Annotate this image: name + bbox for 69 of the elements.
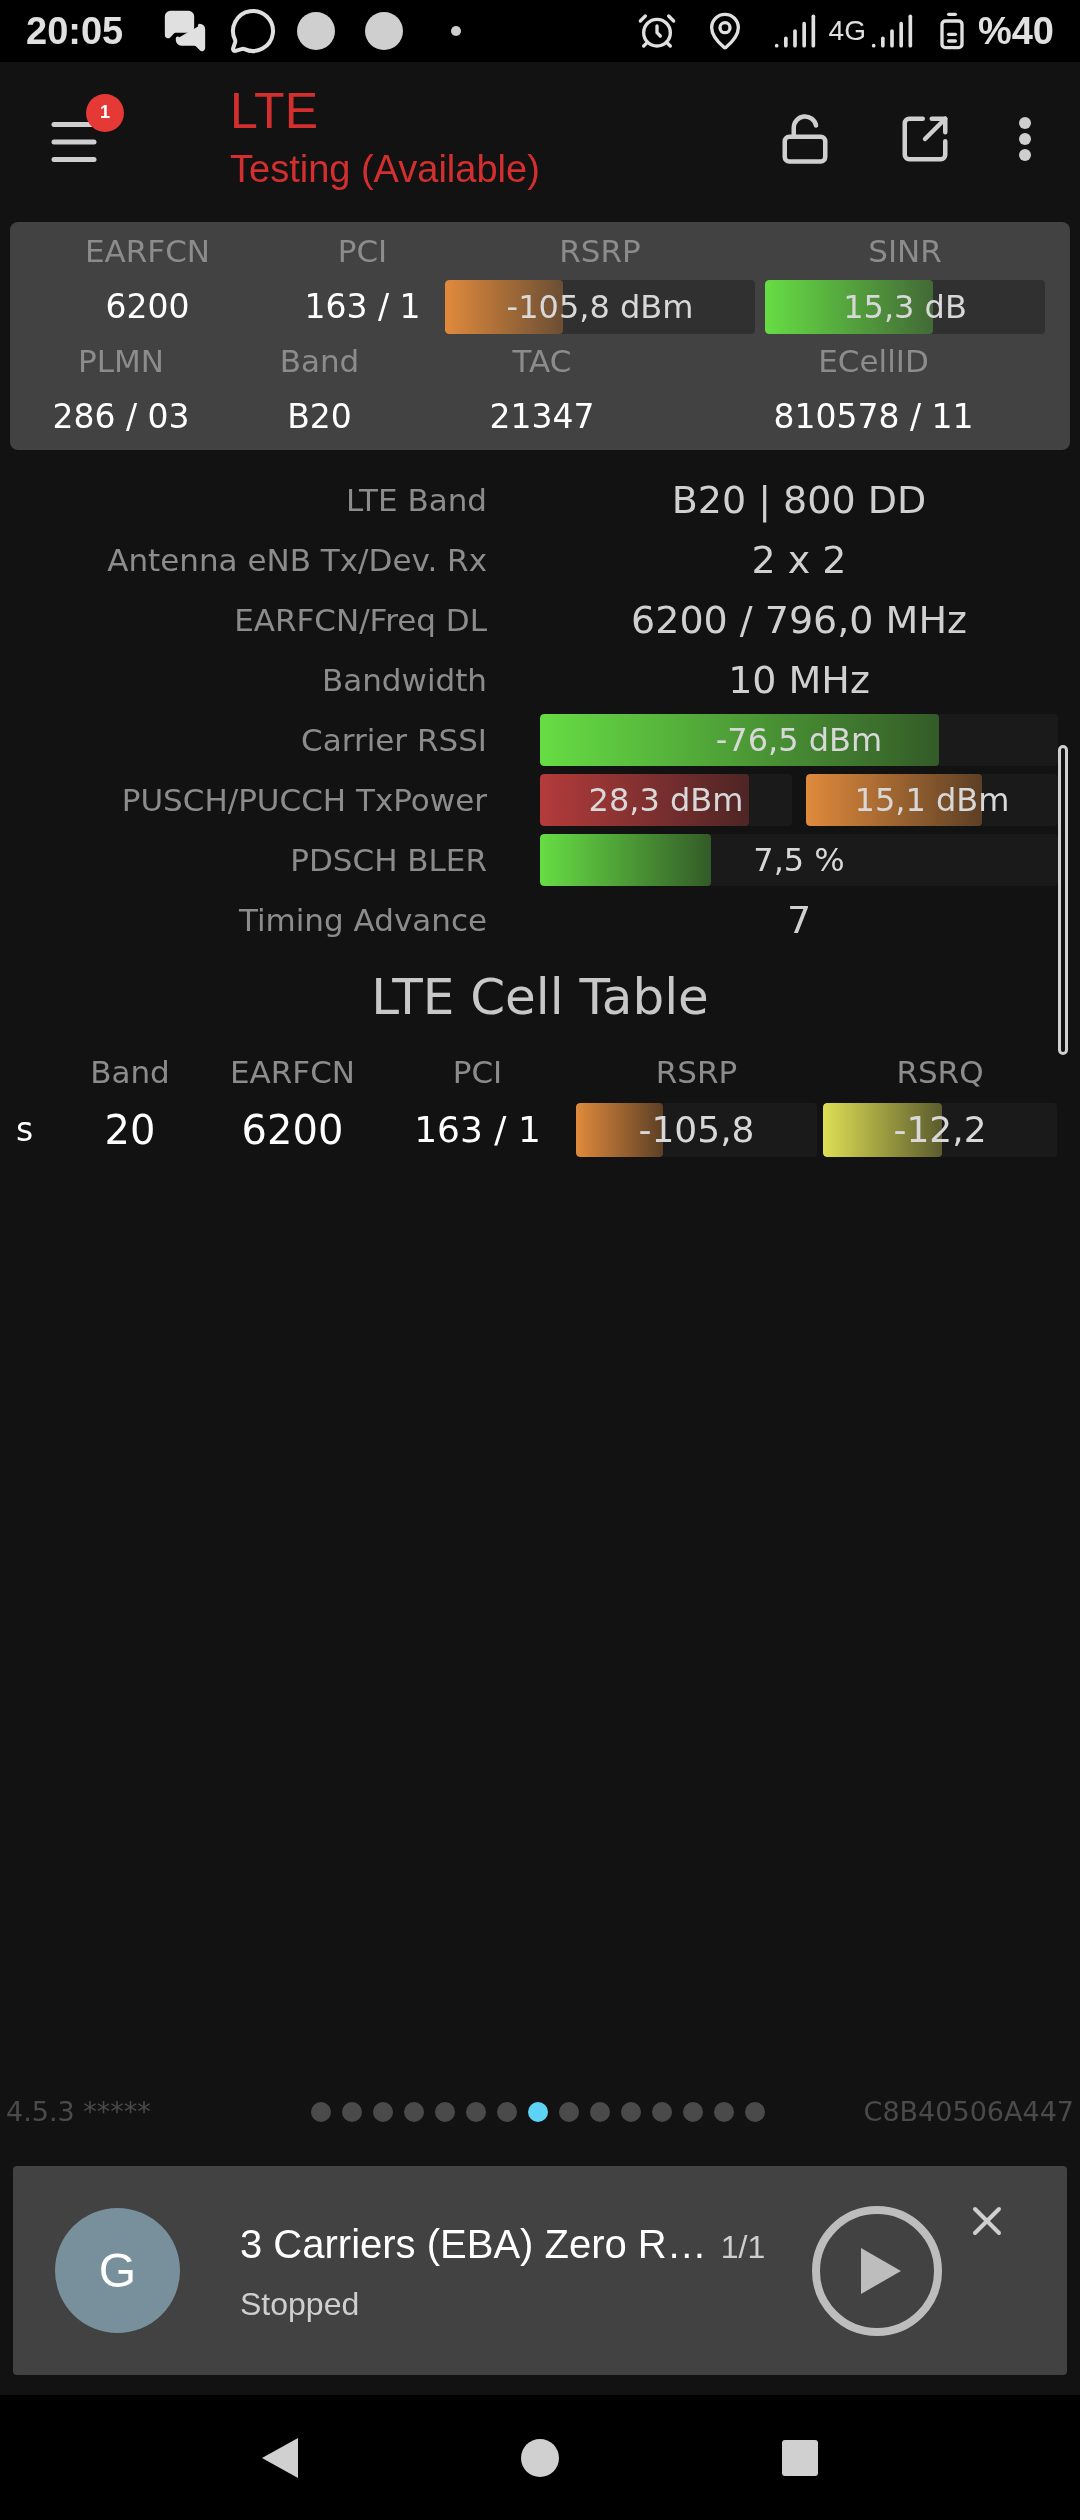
parameter-value: 10 MHz (727, 656, 871, 704)
field-value: B20 (287, 396, 352, 438)
field-label: TAC (512, 342, 572, 381)
meter-reading: -105,8 dBm (506, 287, 694, 328)
meter-reading: -12,2 (893, 1108, 987, 1152)
meter-reading: -105,8 (638, 1108, 755, 1152)
field-value: 810578 / 11 (773, 396, 974, 438)
menu-button[interactable]: 1 (44, 93, 124, 174)
table-cell-text: 20 (103, 1106, 157, 1155)
phone-chat-icon (229, 7, 278, 55)
field-label: SINR (868, 232, 942, 271)
field-label: EARFCN (85, 232, 210, 271)
column-header: Band (89, 1053, 171, 1092)
screen-subtitle: Testing (Available) (230, 146, 540, 192)
notification-title: 3 Carriers (EBA) Zero R… (240, 2220, 707, 2268)
parameter-label: LTE Band (345, 480, 487, 520)
more-icon (1018, 115, 1032, 162)
column-header: RSRQ (895, 1053, 985, 1092)
parameter-label: EARFCN/Freq DL (233, 600, 487, 640)
field-label: PCI (337, 232, 388, 271)
network-type: 4G (828, 14, 866, 48)
section-title: LTE Cell Table (371, 967, 709, 1028)
table-cell-text: 6200 (240, 1106, 345, 1155)
notification-status: Stopped (240, 2284, 361, 2324)
field-label: ECellID (818, 342, 929, 381)
table-cell-text: 163 / 1 (413, 1108, 542, 1152)
playback-notification[interactable]: G 3 Carriers (EBA) Zero R… 1/1 Stopped (13, 2166, 1067, 2375)
column-header: PCI (451, 1053, 504, 1092)
meter-reading: 15,1 dBm (854, 780, 1010, 821)
parameter-value: 2 x 2 (750, 536, 848, 584)
column-header: EARFCN (229, 1053, 356, 1092)
screen-title: LTE (230, 81, 319, 141)
field-label: RSRP (559, 232, 641, 271)
play-icon (861, 2247, 901, 2294)
parameter-label: Antenna eNB Tx/Dev. Rx (106, 540, 487, 580)
meter-reading: 7,5 % (753, 840, 845, 881)
home-icon (521, 2438, 559, 2477)
parameter-label: PUSCH/PUCCH TxPower (120, 780, 487, 820)
back-icon (262, 2437, 298, 2478)
device-id: C8B40506A447 (863, 2094, 1074, 2129)
chat-icon (163, 9, 208, 53)
meter-reading: 28,3 dBm (588, 780, 744, 821)
cell-type: s (15, 1109, 35, 1151)
recents-icon (782, 2439, 818, 2476)
parameter-label: Bandwidth (320, 660, 487, 700)
meter-reading: -76,5 dBm (715, 720, 883, 761)
parameter-label: Timing Advance (237, 900, 487, 940)
notification-badge: 1 (86, 93, 124, 132)
parameter-label: PDSCH BLER (289, 840, 487, 880)
version-label: 4.5.3 ***** (6, 2094, 152, 2129)
play-button[interactable] (812, 2205, 942, 2336)
field-value: 286 / 03 (52, 396, 190, 438)
field-label: PLMN (78, 342, 164, 381)
column-header: RSRP (654, 1053, 739, 1092)
parameter-label: Carrier RSSI (300, 720, 487, 760)
field-value: 163 / 1 (304, 286, 421, 328)
field-label: Band (279, 342, 360, 381)
scrollbar[interactable] (1058, 745, 1068, 1055)
field-value: 6200 (105, 286, 190, 328)
notification-count: 1/1 (720, 2227, 766, 2267)
parameter-value: 6200 / 796,0 MHz (630, 596, 968, 644)
alarm-icon (636, 11, 677, 51)
field-value: 21347 (489, 396, 595, 438)
meter-reading: 15,3 dB (843, 287, 967, 328)
parameter-value: 7 (785, 896, 813, 944)
parameter-value: B20 | 800 DD (670, 476, 928, 525)
avatar: G (55, 2208, 180, 2333)
battery-level: %40 (977, 8, 1054, 54)
clock: 20:05 (26, 8, 124, 54)
